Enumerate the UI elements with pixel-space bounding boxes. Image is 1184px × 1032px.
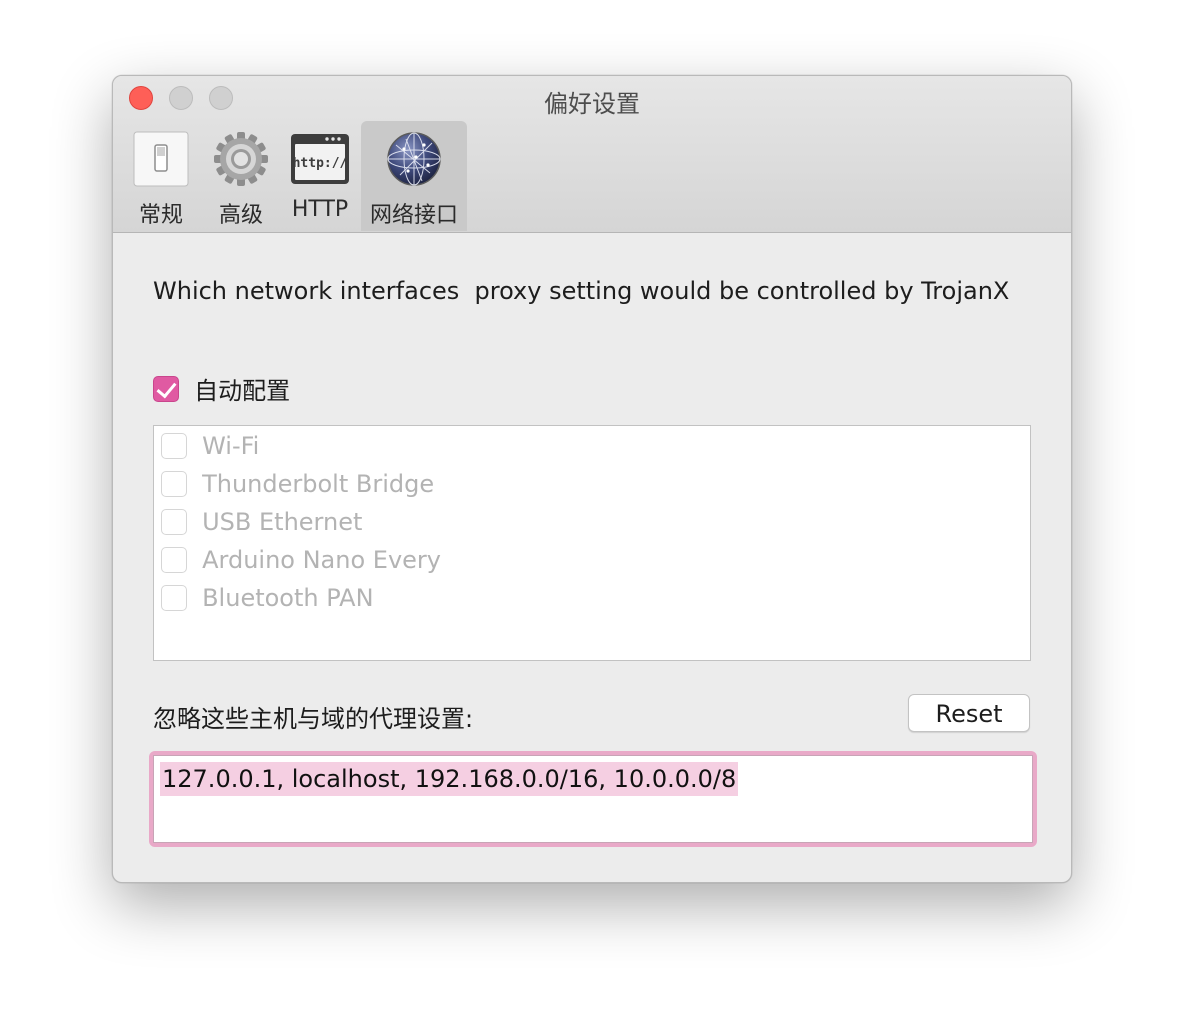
bypass-hosts-textarea[interactable]: 127.0.0.1, localhost, 192.168.0.0/16, 10… xyxy=(153,755,1033,843)
interface-checkbox xyxy=(161,584,187,611)
tab-http-label: HTTP xyxy=(291,197,349,222)
interface-checkbox xyxy=(161,470,187,497)
auto-config-checkbox[interactable] xyxy=(153,375,179,402)
tab-advanced[interactable]: 高级 xyxy=(204,121,278,231)
tab-network-interfaces[interactable]: 网络接口 xyxy=(361,121,467,231)
list-item: Bluetooth PAN xyxy=(161,582,374,612)
bypass-hosts-label: 忽略这些主机与域的代理设置: xyxy=(153,705,474,733)
auto-config-label[interactable]: 自动配置 xyxy=(194,371,290,406)
reset-button[interactable]: Reset xyxy=(908,694,1030,732)
checkmark-icon xyxy=(156,377,177,398)
interface-label: USB Ethernet xyxy=(202,507,363,536)
svg-text:http://: http:// xyxy=(293,156,348,171)
interface-label: Wi-Fi xyxy=(202,431,260,460)
list-item: Arduino Nano Every xyxy=(161,544,441,574)
tab-general[interactable]: 常规 xyxy=(128,121,194,231)
gear-icon xyxy=(214,132,268,186)
list-item: Wi-Fi xyxy=(161,430,259,460)
network-globe-icon xyxy=(387,132,441,186)
bypass-hosts-field[interactable]: 127.0.0.1, localhost, 192.168.0.0/16, 10… xyxy=(149,751,1037,847)
interface-label: Bluetooth PAN xyxy=(202,583,374,612)
list-item: USB Ethernet xyxy=(161,506,362,536)
interface-checkbox xyxy=(161,432,187,459)
window-title: 偏好设置 xyxy=(544,90,640,118)
preferences-window: 偏好设置 常规 高级 http:// HTTP 网络接口 Which netwo… xyxy=(112,75,1072,883)
tab-advanced-label: 高级 xyxy=(218,203,263,228)
tab-general-label: 常规 xyxy=(138,203,183,228)
interface-label: Thunderbolt Bridge xyxy=(202,469,435,498)
interface-checkbox xyxy=(161,546,187,573)
auto-config-row[interactable]: 自动配置 xyxy=(153,371,290,405)
switch-icon xyxy=(133,131,189,187)
list-item: Thunderbolt Bridge xyxy=(161,468,434,498)
interface-list: Wi-Fi Thunderbolt Bridge USB Ethernet Ar… xyxy=(153,425,1031,661)
tab-http[interactable]: http:// HTTP xyxy=(285,121,355,231)
interface-checkbox xyxy=(161,508,187,535)
interface-label: Arduino Nano Every xyxy=(202,545,441,574)
bypass-hosts-value: 127.0.0.1, localhost, 192.168.0.0/16, 10… xyxy=(160,762,739,796)
pane-description: Which network interfaces proxy setting w… xyxy=(153,277,1010,305)
titlebar: 偏好设置 常规 高级 http:// HTTP 网络接口 xyxy=(113,76,1071,233)
tab-network-interfaces-label: 网络接口 xyxy=(369,203,458,228)
http-window-icon: http:// xyxy=(291,134,349,184)
